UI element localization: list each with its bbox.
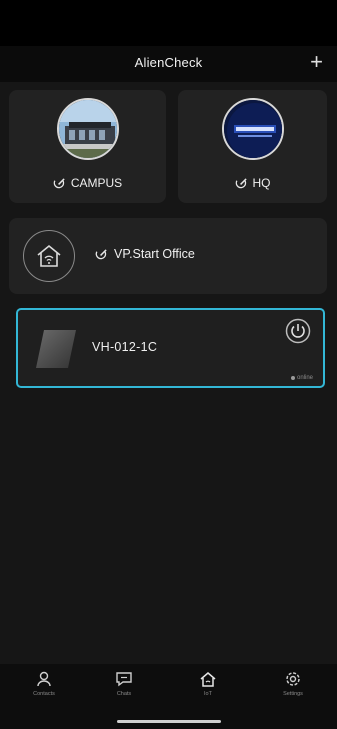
app-header: AlienCheck + xyxy=(0,46,337,82)
status-text: online xyxy=(296,375,313,381)
device-status: online xyxy=(290,375,313,381)
edit-icon[interactable] xyxy=(53,177,66,190)
smart-home-icon xyxy=(23,230,75,282)
tab-label: Settings xyxy=(283,691,303,697)
home-indicator xyxy=(117,720,221,723)
campus-name: CAMPUS xyxy=(70,176,123,190)
tab-contacts[interactable]: Contacts xyxy=(19,670,69,697)
tab-iot[interactable]: IoT xyxy=(183,670,233,697)
campus-photo xyxy=(56,98,119,160)
device-card[interactable]: VH-012-1C online xyxy=(16,308,325,388)
edit-icon[interactable] xyxy=(235,177,248,190)
app-title: AlienCheck xyxy=(134,55,203,70)
tab-chats[interactable]: Chats xyxy=(99,670,149,697)
status-dot-icon xyxy=(290,376,295,380)
site-card-campus[interactable]: CAMPUS xyxy=(9,90,166,203)
app-screen: AlienCheck + CAMPUS HQ VP.Start Office V… xyxy=(0,0,337,729)
office-name: VP.Start Office xyxy=(114,247,195,261)
tab-settings[interactable]: Settings xyxy=(268,670,318,697)
site-card-hq[interactable]: HQ xyxy=(178,90,327,203)
status-bar xyxy=(0,0,337,46)
device-name: VH-012-1C xyxy=(92,340,158,354)
office-card[interactable]: VP.Start Office xyxy=(9,218,327,294)
office-label: VP.Start Office xyxy=(95,247,195,261)
hq-name: HQ xyxy=(252,176,271,190)
chat-icon xyxy=(116,672,132,687)
contacts-icon xyxy=(37,671,51,687)
tab-label: Contacts xyxy=(33,691,55,697)
tab-label: IoT xyxy=(204,691,212,697)
power-button[interactable] xyxy=(285,318,311,344)
campus-label: CAMPUS xyxy=(9,176,166,190)
device-panel-icon xyxy=(36,330,76,368)
hq-label: HQ xyxy=(178,176,327,190)
tab-label: Chats xyxy=(116,691,132,697)
hq-logo xyxy=(221,98,284,160)
edit-icon[interactable] xyxy=(95,248,108,261)
home-icon xyxy=(200,672,216,687)
gear-icon xyxy=(286,672,300,686)
add-button[interactable]: + xyxy=(310,49,323,75)
